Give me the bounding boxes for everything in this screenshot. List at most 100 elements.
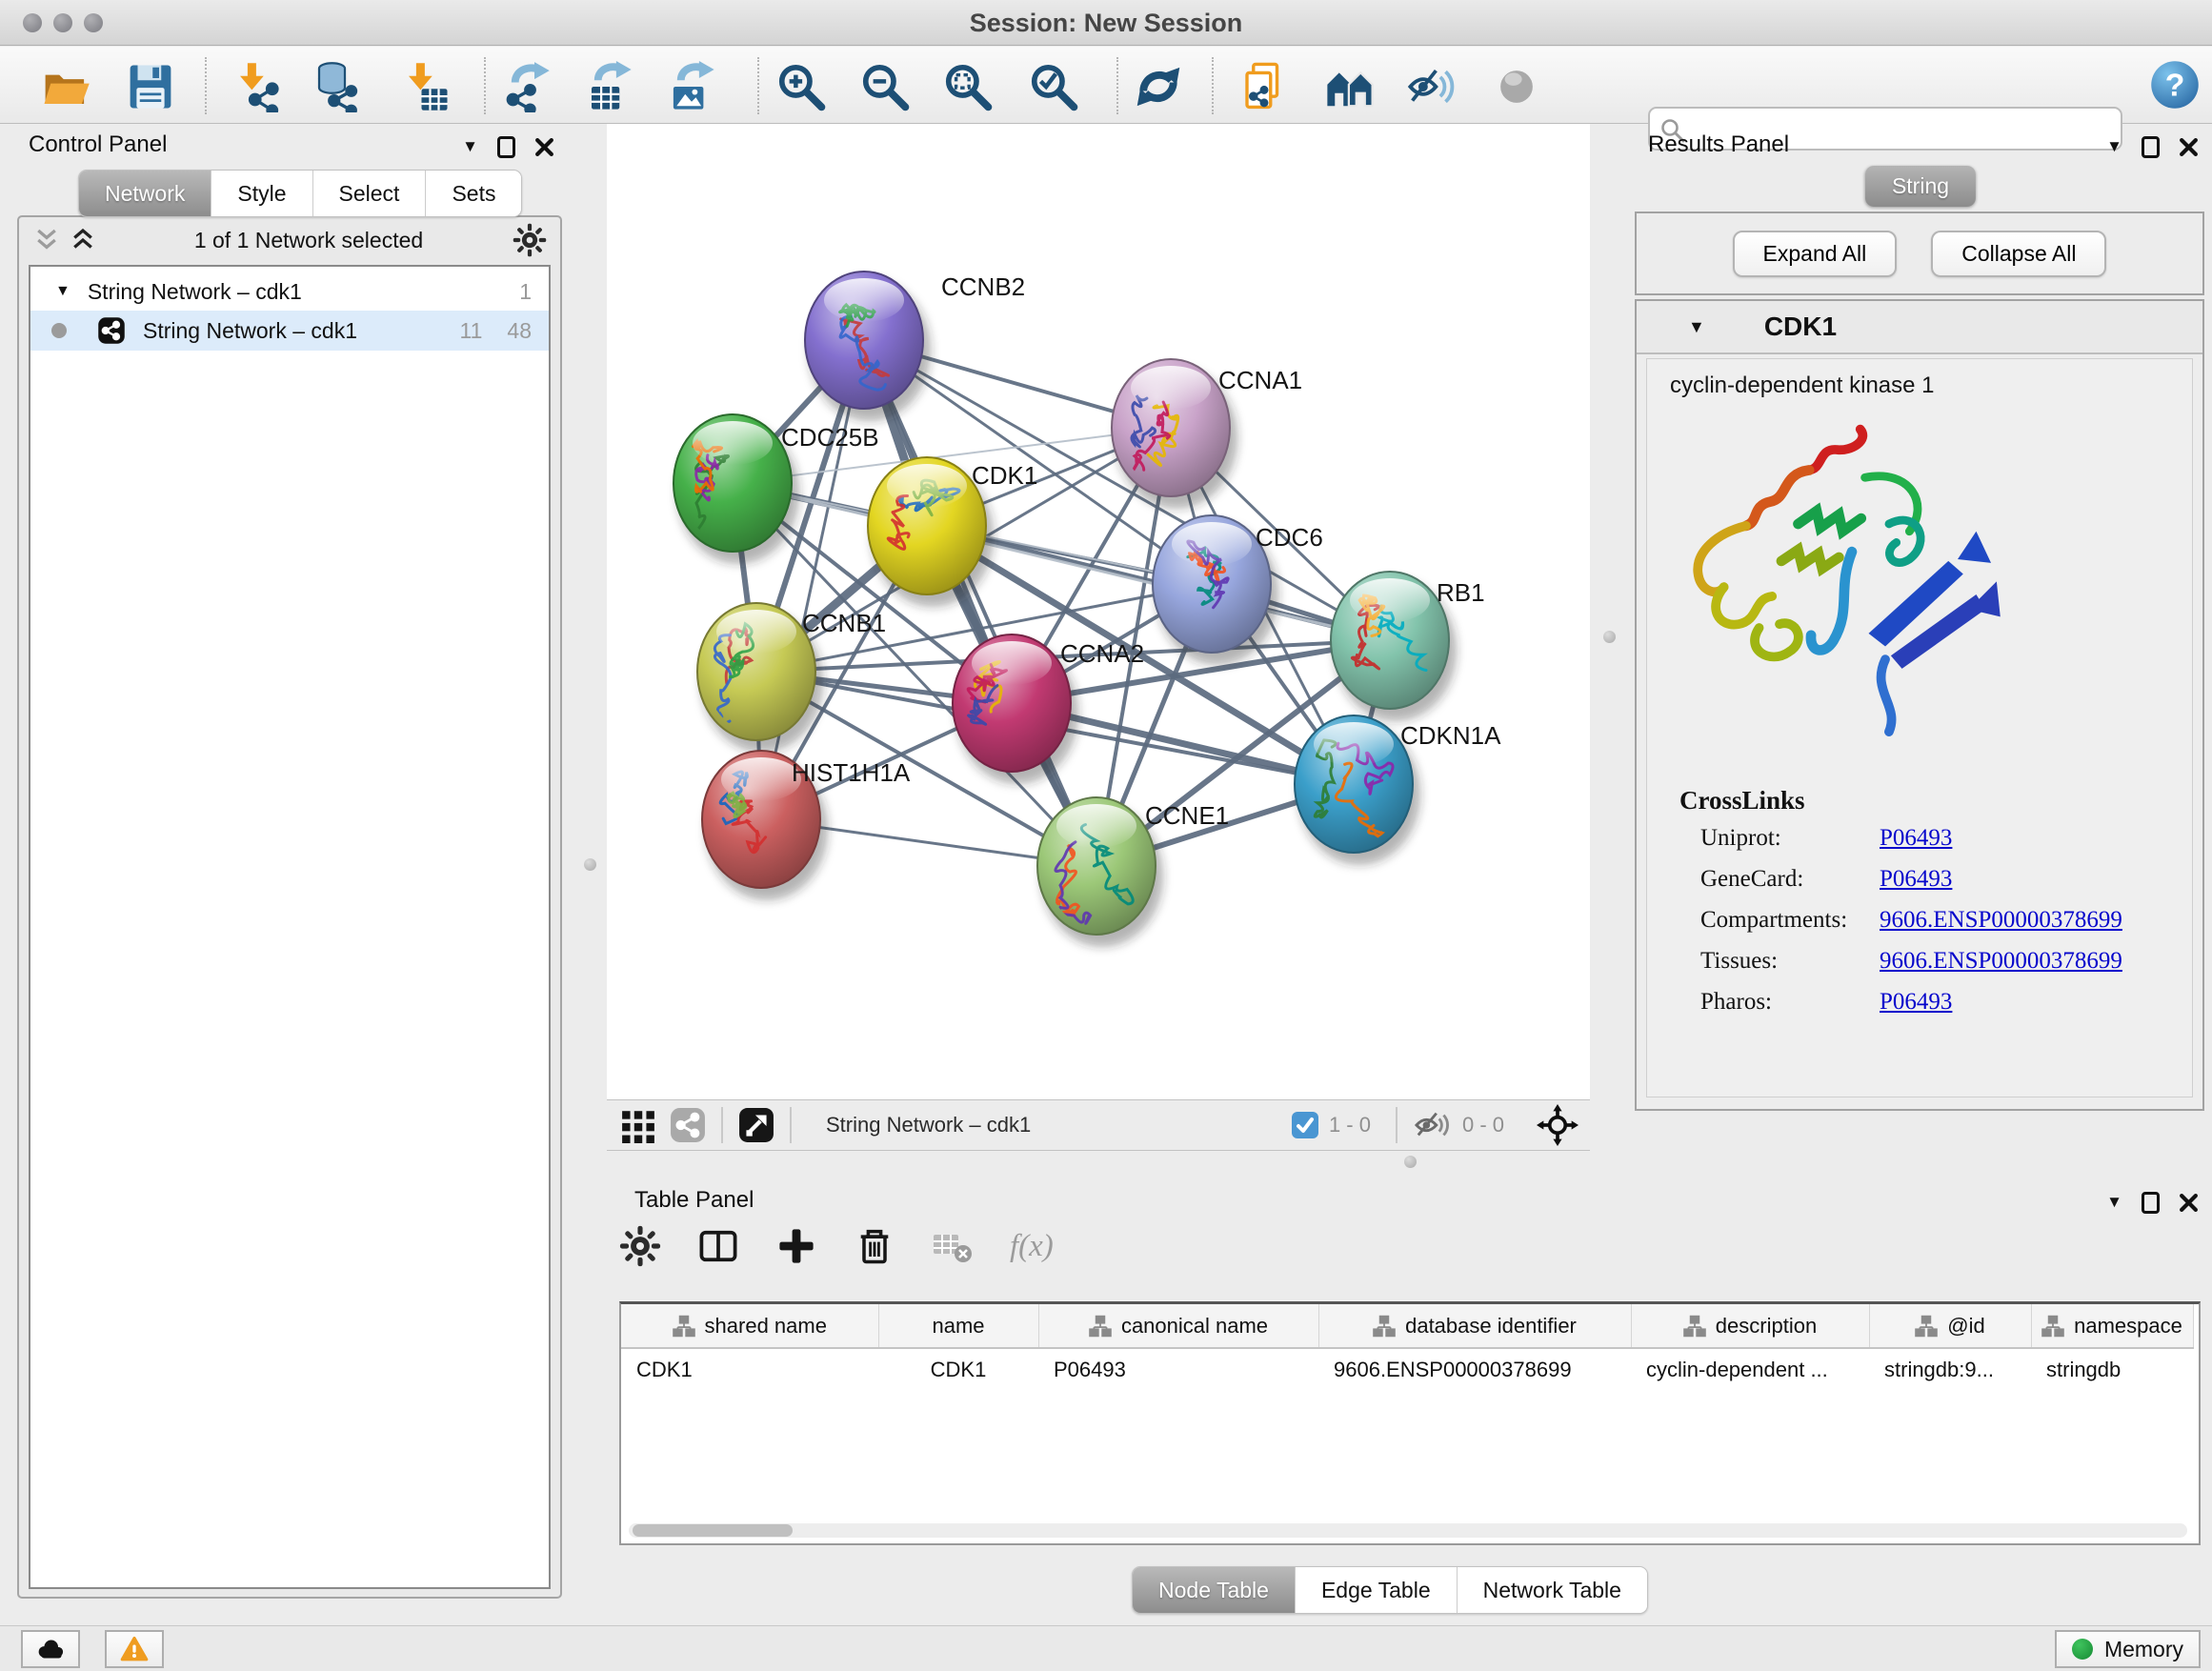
crosslink-pharos[interactable]: P06493 bbox=[1880, 989, 1952, 1016]
create-column-plus-icon[interactable] bbox=[775, 1225, 817, 1267]
network-node-CDKN1A[interactable]: CDKN1A bbox=[1295, 715, 1501, 865]
table-cell[interactable]: CDK1 bbox=[621, 1348, 878, 1390]
import-table-file-icon[interactable] bbox=[400, 61, 452, 112]
collapse-panel-icon[interactable]: ▼ bbox=[2106, 1191, 2122, 1214]
birds-eye-grid-icon[interactable] bbox=[620, 1107, 656, 1143]
zoom-in-icon[interactable] bbox=[775, 61, 827, 112]
left-splitter-handle[interactable] bbox=[584, 858, 596, 871]
export-table-icon[interactable] bbox=[583, 61, 634, 112]
table-cell[interactable]: cyclin-dependent ... bbox=[1631, 1348, 1869, 1390]
tab-network-table[interactable]: Network Table bbox=[1458, 1567, 1647, 1613]
column-header-name[interactable]: name bbox=[878, 1304, 1038, 1348]
save-session-icon[interactable] bbox=[125, 61, 176, 112]
table-row[interactable]: CDK1CDK1P064939606.ENSP00000378699cyclin… bbox=[621, 1348, 2193, 1390]
column-header-shared-name[interactable]: shared name bbox=[621, 1304, 878, 1348]
crosslink-tissues[interactable]: 9606.ENSP00000378699 bbox=[1880, 948, 2122, 975]
scrollbar-thumb[interactable] bbox=[633, 1524, 793, 1537]
column-header-canonical-name[interactable]: canonical name bbox=[1038, 1304, 1318, 1348]
export-network-icon[interactable] bbox=[500, 61, 552, 112]
expand-all-button[interactable]: Expand All bbox=[1733, 231, 1898, 277]
apply-layout-icon[interactable] bbox=[1133, 61, 1184, 112]
collapse-all-networks-icon[interactable] bbox=[69, 226, 97, 254]
network-node-CDC25B[interactable]: CDC25B bbox=[674, 414, 879, 564]
table-cell[interactable]: stringdb:9... bbox=[1869, 1348, 2031, 1390]
hide-selection-icon[interactable] bbox=[1407, 61, 1458, 112]
column-header--id[interactable]: @id bbox=[1869, 1304, 2031, 1348]
cloud-status-button[interactable] bbox=[21, 1630, 80, 1668]
warnings-button[interactable] bbox=[105, 1630, 164, 1668]
tab-select[interactable]: Select bbox=[313, 171, 427, 216]
close-panel-icon[interactable] bbox=[534, 137, 554, 157]
new-network-from-selection-icon[interactable] bbox=[1238, 61, 1290, 112]
column-header-description[interactable]: description bbox=[1631, 1304, 1869, 1348]
delete-table-icon[interactable] bbox=[932, 1225, 974, 1267]
fit-content-icon[interactable] bbox=[942, 61, 994, 112]
title-bar[interactable]: Session: New Session bbox=[0, 0, 2212, 46]
help-icon[interactable]: ? bbox=[2149, 59, 2201, 111]
network-node-CCNA1[interactable]: CCNA1 bbox=[1112, 359, 1302, 509]
import-network-database-icon[interactable] bbox=[311, 61, 362, 112]
crosslink-genecard[interactable]: P06493 bbox=[1880, 866, 1952, 893]
table-cell[interactable]: CDK1 bbox=[878, 1348, 1038, 1390]
open-session-icon[interactable] bbox=[40, 61, 91, 112]
network-node-HIST1H1A[interactable]: HIST1H1A bbox=[702, 751, 911, 900]
zoom-out-icon[interactable] bbox=[859, 61, 911, 112]
crosslink-compartments[interactable]: 9606.ENSP00000378699 bbox=[1880, 907, 2122, 934]
table-options-gear-icon[interactable] bbox=[619, 1225, 661, 1267]
function-builder-icon[interactable]: f(x) bbox=[1010, 1229, 1054, 1264]
hidden-eye-icon[interactable] bbox=[1413, 1107, 1453, 1143]
table-cell[interactable]: 9606.ENSP00000378699 bbox=[1318, 1348, 1631, 1390]
show-all-icon[interactable] bbox=[1491, 61, 1542, 112]
tab-style[interactable]: Style bbox=[211, 171, 312, 216]
float-panel-icon[interactable] bbox=[2142, 1192, 2160, 1214]
table-horizontal-scrollbar[interactable] bbox=[629, 1523, 2187, 1538]
network-node-CDC6[interactable]: CDC6 bbox=[1153, 515, 1323, 665]
string-panel-toggle-icon[interactable] bbox=[670, 1107, 706, 1143]
close-panel-icon[interactable] bbox=[2179, 137, 2199, 157]
right-splitter-handle[interactable] bbox=[1603, 631, 1616, 643]
gene-description: cyclin-dependent kinase 1 bbox=[1670, 372, 2192, 399]
section-expand-icon[interactable]: ▼ bbox=[1688, 317, 1705, 337]
column-header-namespace[interactable]: namespace bbox=[2031, 1304, 2193, 1348]
column-header-database-identifier[interactable]: database identifier bbox=[1318, 1304, 1631, 1348]
import-network-file-icon[interactable] bbox=[231, 61, 283, 112]
float-panel-icon[interactable] bbox=[497, 136, 515, 158]
first-neighbors-icon[interactable] bbox=[1324, 61, 1376, 112]
bottom-splitter-handle[interactable] bbox=[1404, 1156, 1417, 1168]
zoom-selected-icon[interactable] bbox=[1028, 61, 1079, 112]
collection-expand-icon[interactable]: ▼ bbox=[55, 283, 70, 300]
network-options-gear-icon[interactable] bbox=[513, 223, 547, 257]
tab-edge-table[interactable]: Edge Table bbox=[1296, 1567, 1458, 1613]
open-in-browser-icon[interactable] bbox=[738, 1107, 774, 1143]
table-cell[interactable]: P06493 bbox=[1038, 1348, 1318, 1390]
selected-checkbox-icon[interactable] bbox=[1291, 1111, 1319, 1139]
expand-all-networks-icon[interactable] bbox=[32, 226, 61, 254]
collapse-panel-icon[interactable]: ▼ bbox=[2106, 135, 2122, 158]
network-node-CCNE1[interactable]: CCNE1 bbox=[1037, 797, 1229, 947]
tab-network[interactable]: Network bbox=[79, 171, 211, 216]
network-canvas[interactable]: CCNB2CCNA1CDC25BCDK1CDC6RB1CCNB1CCNA2CDK… bbox=[607, 124, 1590, 1099]
network-collection-row[interactable]: ▼ String Network – cdk1 1 bbox=[30, 272, 549, 311]
network-row[interactable]: String Network – cdk1 11 48 bbox=[30, 311, 549, 351]
tab-node-table[interactable]: Node Table bbox=[1133, 1567, 1296, 1613]
node-table[interactable]: shared namenamecanonical namedatabase id… bbox=[619, 1301, 2201, 1545]
crosslink-uniprot[interactable]: P06493 bbox=[1880, 825, 1952, 852]
network-node-CCNB2[interactable]: CCNB2 bbox=[805, 272, 1025, 421]
table-cell[interactable]: stringdb bbox=[2031, 1348, 2193, 1390]
network-edge-CCNB2-CCNE1[interactable] bbox=[864, 340, 1096, 866]
tab-sets[interactable]: Sets bbox=[426, 171, 521, 216]
tab-string[interactable]: String bbox=[1865, 166, 1976, 207]
node-navigation-crosshair-icon[interactable] bbox=[1537, 1104, 1579, 1146]
delete-column-trash-icon[interactable] bbox=[854, 1225, 895, 1267]
memory-button[interactable]: Memory bbox=[2055, 1630, 2201, 1668]
collapse-panel-icon[interactable]: ▼ bbox=[462, 135, 478, 158]
gene-section-header[interactable]: ▼ CDK1 bbox=[1637, 301, 2202, 354]
collapse-all-button[interactable]: Collapse All bbox=[1931, 231, 2106, 277]
network-node-CDK1[interactable]: CDK1 bbox=[868, 457, 1037, 607]
network-node-RB1[interactable]: RB1 bbox=[1331, 572, 1485, 721]
export-image-icon[interactable] bbox=[666, 61, 717, 112]
show-columns-icon[interactable] bbox=[697, 1225, 739, 1267]
close-panel-icon[interactable] bbox=[2179, 1193, 2199, 1213]
results-panel-window-controls: ▼ bbox=[2106, 135, 2199, 158]
float-panel-icon[interactable] bbox=[2142, 136, 2160, 158]
